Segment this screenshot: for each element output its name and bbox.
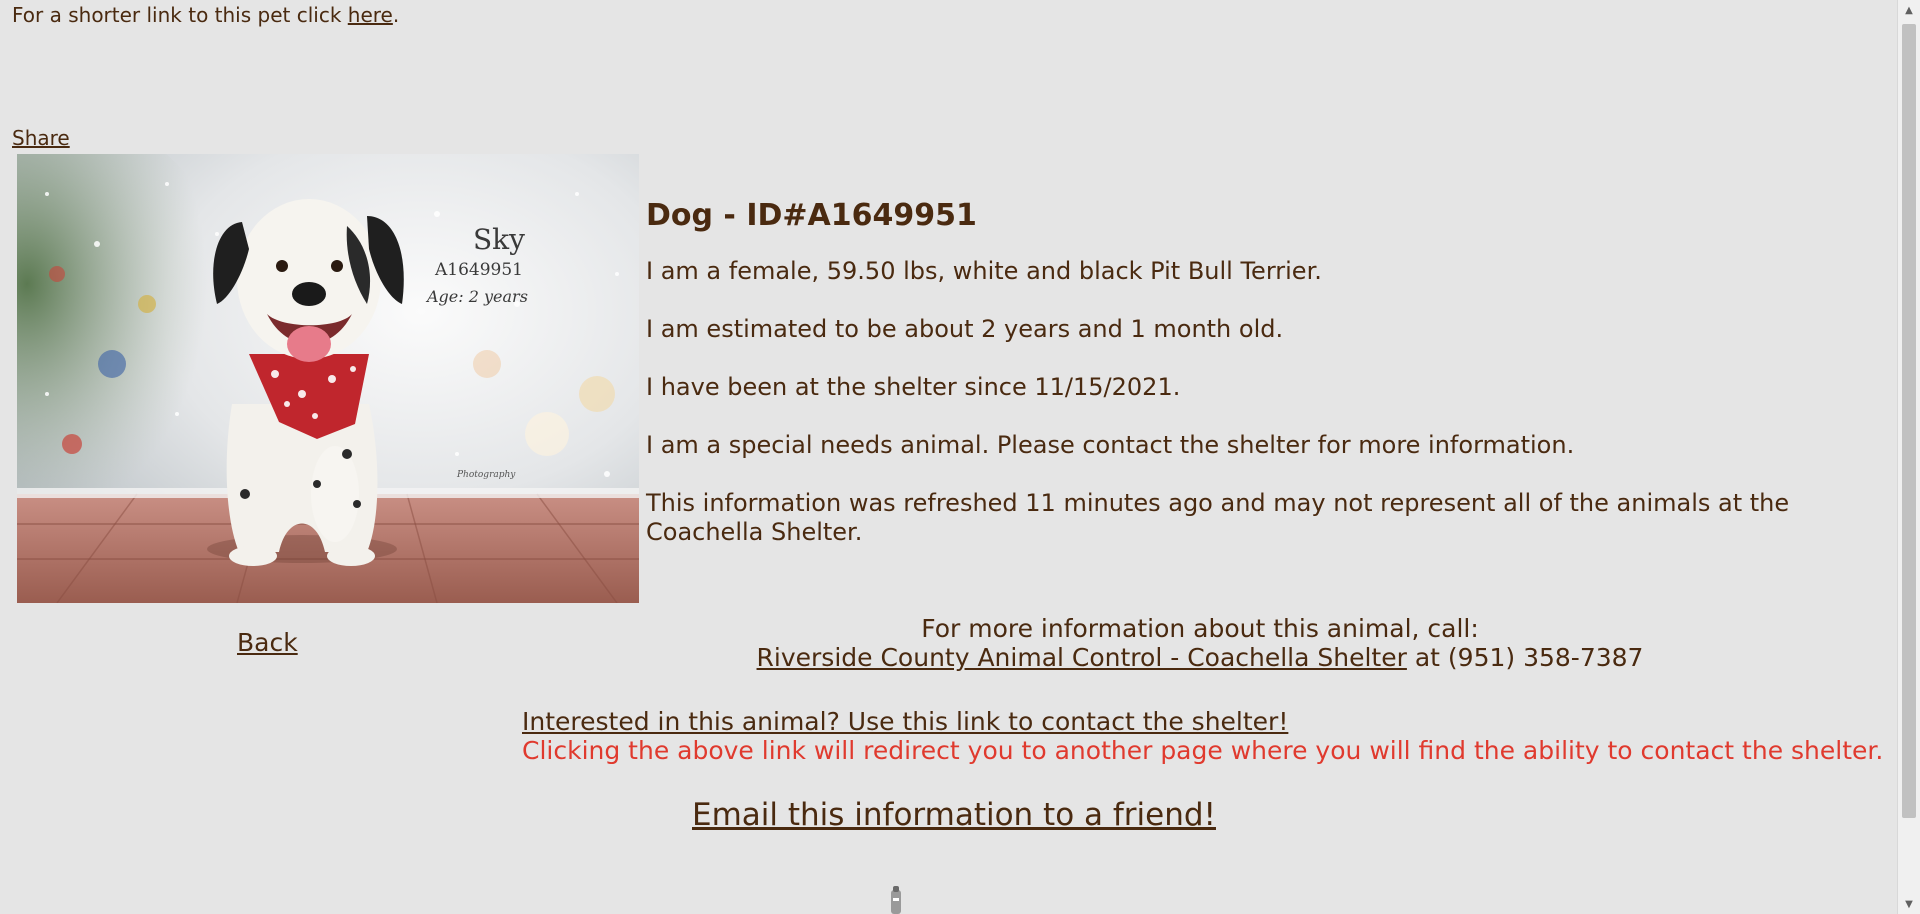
email-friend-link[interactable]: Email this information to a friend!	[692, 797, 1216, 833]
photo-overlay-name: Sky	[473, 223, 525, 256]
pet-details: Dog - ID#A1649951 I am a female, 59.50 l…	[646, 198, 1886, 576]
call-shelter-line: Riverside County Animal Control - Coache…	[646, 643, 1754, 672]
vertical-scrollbar[interactable]: ▲ ▼	[1897, 0, 1920, 914]
shorter-link-prefix: For a shorter link to this pet click	[12, 3, 348, 27]
shorter-link-suffix: .	[392, 3, 400, 27]
refresh-info-line: This information was refreshed 11 minute…	[646, 489, 1790, 546]
shelter-link[interactable]: Riverside County Animal Control - Coache…	[757, 643, 1407, 672]
scroll-up-arrow-icon[interactable]: ▲	[1898, 0, 1920, 20]
shorter-link-here[interactable]: here	[348, 3, 393, 27]
photo-watermark: Photography	[456, 470, 516, 480]
pet-intake-line: I have been at the shelter since 11/15/2…	[646, 373, 1181, 401]
pet-description-line: I am a female, 59.50 lbs, white and blac…	[646, 257, 1322, 285]
pet-photo[interactable]: Sky A1649951 Age: 2 years Photography	[17, 154, 639, 603]
photo-overlay-age: Age: 2 years	[425, 287, 528, 306]
interest-section: Interested in this animal? Use this link…	[522, 707, 1883, 765]
scrollbar-thumb[interactable]	[1902, 24, 1916, 818]
contact-shelter-link[interactable]: Interested in this animal? Use this link…	[522, 707, 1288, 736]
pet-special-needs-line: I am a special needs animal. Please cont…	[646, 431, 1575, 459]
pet-title: Dog - ID#A1649951	[646, 198, 977, 233]
call-heading: For more information about this animal, …	[921, 614, 1479, 643]
loading-spinner-icon	[888, 886, 904, 914]
shorter-link-line: For a shorter link to this pet click her…	[12, 3, 399, 27]
pet-detail-page: For a shorter link to this pet click her…	[0, 0, 1898, 914]
redirect-note: Clicking the above link will redirect yo…	[522, 736, 1884, 765]
back-link[interactable]: Back	[237, 628, 298, 657]
share-link[interactable]: Share	[12, 126, 70, 150]
photo-overlay-id: A1649951	[434, 260, 523, 280]
pet-age-line: I am estimated to be about 2 years and 1…	[646, 315, 1284, 343]
shelter-phone: at (951) 358-7387	[1406, 643, 1644, 672]
scroll-down-arrow-icon[interactable]: ▼	[1898, 894, 1920, 914]
call-info: For more information about this animal, …	[646, 614, 1754, 672]
